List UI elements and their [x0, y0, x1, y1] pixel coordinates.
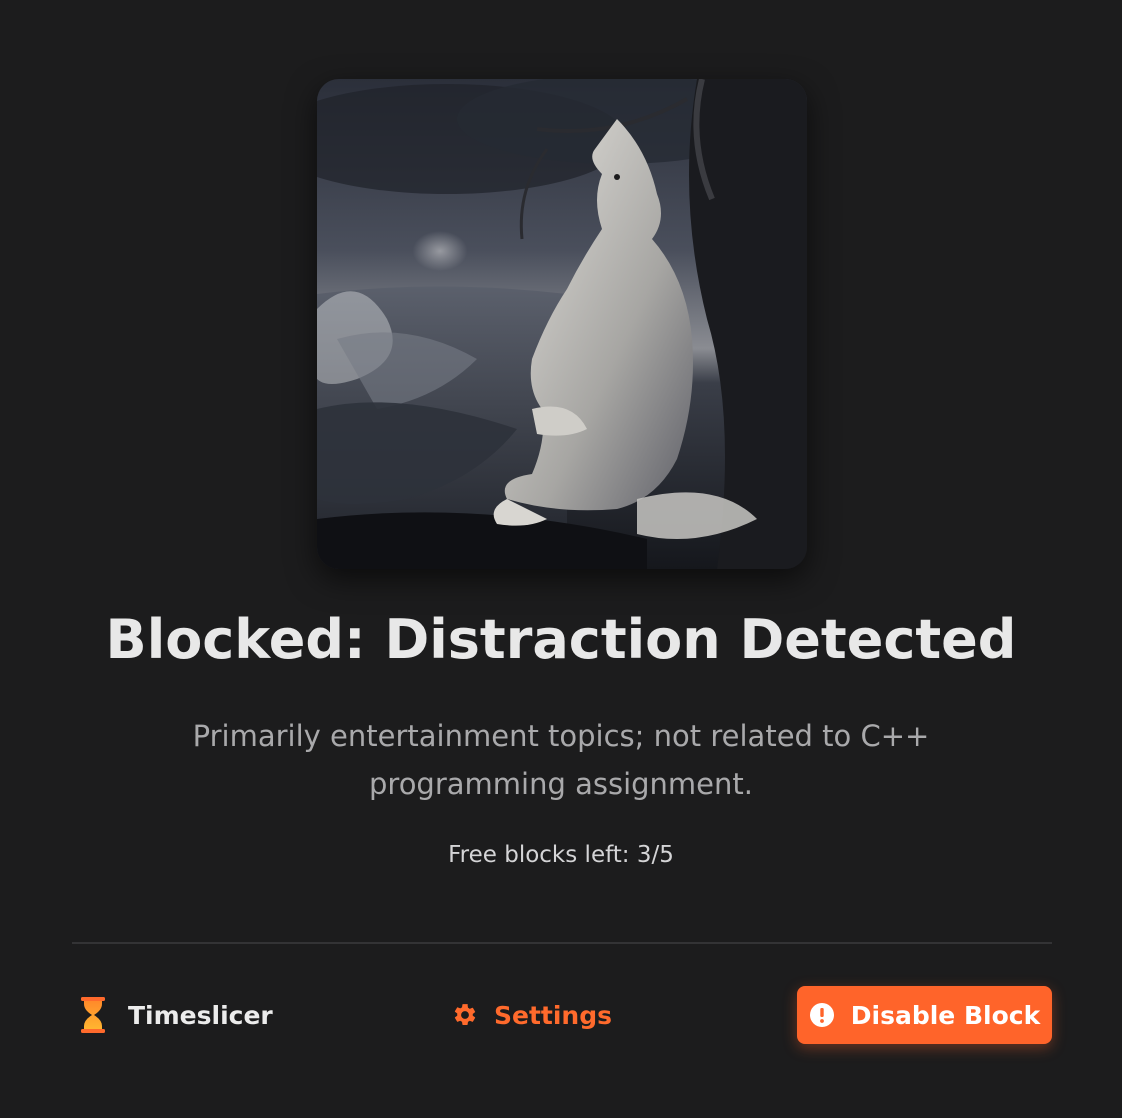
free-blocks-counter: Free blocks left: 3/5: [448, 842, 674, 868]
settings-link[interactable]: Settings: [452, 986, 612, 1044]
disable-block-button[interactable]: Disable Block: [797, 986, 1052, 1044]
alert-circle-icon: [809, 1002, 835, 1028]
brand-name: Timeslicer: [128, 1000, 273, 1030]
footer-bar: Timeslicer Settings Disable Block: [72, 986, 1052, 1044]
brand-logo: Timeslicer: [78, 986, 273, 1044]
artwork-illustration: [317, 79, 807, 569]
gear-icon: [452, 1002, 478, 1028]
footer-divider: [72, 942, 1052, 944]
wolf-artwork-image: [317, 79, 807, 569]
block-reason-text: Primarily entertainment topics; not rela…: [192, 719, 930, 801]
settings-label: Settings: [494, 1000, 613, 1030]
hourglass-icon: [78, 996, 108, 1034]
blocked-page: Blocked: Distraction Detected Primarily …: [0, 0, 1122, 1118]
page-title: Blocked: Distraction Detected: [105, 608, 1017, 671]
disable-block-label: Disable Block: [850, 1000, 1041, 1030]
